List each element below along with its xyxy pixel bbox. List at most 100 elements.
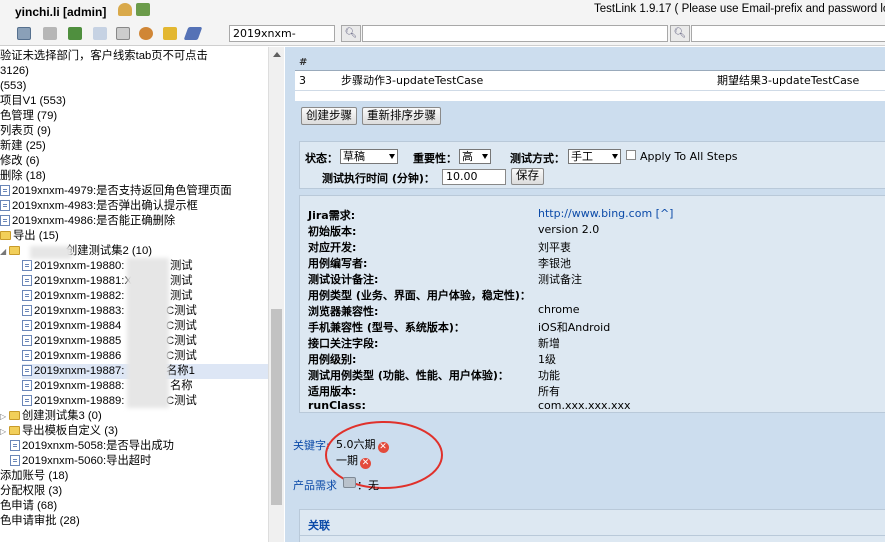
tree-testcase[interactable]: 2019xnxm-19882: — [22, 289, 124, 304]
cf-value: 功能 — [538, 369, 560, 382]
tree-scrollbar[interactable] — [268, 47, 284, 542]
tree-item[interactable]: 删除 (18) — [0, 169, 46, 184]
steps-table: # 3 步骤动作3-updateTestCase 期望结果3-updateTes… — [295, 57, 885, 101]
apply-all-checkbox[interactable] — [626, 150, 636, 160]
tree-item[interactable]: 3126) — [0, 64, 29, 79]
cf-label: 用例级别: — [308, 353, 357, 366]
test-spec-tree: 验证未选择部门，客户线索tab页不可点击 3126) (553) 项目V1 (5… — [0, 47, 268, 542]
test-spec-icon[interactable] — [68, 27, 82, 40]
cf-label: 测试用例类型 (功能、性能、用户体验)： — [308, 369, 509, 382]
tree-folder[interactable]: ▷ 创建测试集3 (0) — [0, 409, 102, 424]
expand-icon[interactable]: ▷ — [0, 424, 9, 439]
events-icon[interactable] — [163, 27, 177, 40]
testcase-icon — [0, 215, 10, 226]
cf-label: 浏览器兼容性: — [308, 305, 379, 318]
testcase-icon — [0, 185, 10, 196]
cf-label: 适用版本: — [308, 385, 357, 398]
tree-testcase-suffix: C测试 — [166, 305, 197, 317]
edit-icon[interactable] — [183, 27, 203, 40]
tree-testcase[interactable]: 2019xnxm-19884 — [22, 319, 121, 334]
tree-item[interactable]: 项目V1 (553) — [0, 94, 66, 109]
cf-value: 新增 — [538, 337, 560, 350]
tree-item[interactable]: (553) — [0, 79, 26, 94]
tree-testcase[interactable]: 2019xnxm-5060:导出超时 — [10, 454, 151, 469]
search-icon: 🔍︎ — [344, 28, 358, 39]
step-row[interactable]: 3 步骤动作3-updateTestCase 期望结果3-updateTestC… — [295, 71, 885, 91]
chevron-down-icon — [389, 154, 395, 159]
cf-value: 李银池 — [538, 257, 571, 270]
status-panel: 状态： 草稿 重要性： 高 测试方式： 手工 Apply To All Step… — [299, 141, 885, 189]
apply-all-label: Apply To All Steps — [640, 150, 738, 163]
tree-item[interactable]: 列表页 (9) — [0, 124, 51, 139]
collapse-icon[interactable]: ◢ — [0, 244, 9, 259]
logout-icon[interactable] — [136, 3, 150, 16]
tree-folder[interactable]: ▷ 导出模板自定义 (3) — [0, 424, 118, 439]
exec-time-input[interactable]: 10.00 — [442, 169, 506, 185]
user-management-icon[interactable] — [139, 27, 153, 40]
second-search-input[interactable] — [691, 25, 885, 42]
tree-testcase[interactable]: 2019xnxm-4979:是否支持返回角色管理页面 — [0, 184, 232, 199]
save-button[interactable]: 保存 — [511, 168, 544, 185]
tree-item[interactable]: 色申请 (68) — [0, 499, 57, 514]
tree-testcase[interactable]: 2019xnxm-19880: — [22, 259, 124, 274]
scrollbar-thumb[interactable] — [271, 309, 282, 505]
tree-item[interactable]: 分配权限 (3) — [0, 484, 62, 499]
importance-select[interactable]: 高 — [459, 149, 491, 164]
requirements-icon[interactable] — [43, 27, 57, 40]
cf-label: 用例类型 (业务、界面、用户体验，稳定性)： — [308, 289, 531, 302]
tree-folder[interactable]: 导出 (15) — [0, 229, 59, 244]
testcase-icon — [0, 200, 10, 211]
testcase-icon — [22, 365, 32, 376]
requirements-icon[interactable] — [343, 477, 356, 488]
tree-testcase[interactable]: 2019xnxm-19885 — [22, 334, 121, 349]
top-bar: yinchi.li [admin] TestLink 1.9.17 ( Plea… — [0, 0, 885, 46]
tree-item[interactable]: 修改 (6) — [0, 154, 40, 169]
tree-testcase[interactable]: 2019xnxm-19886 — [22, 349, 121, 364]
tree-testcase[interactable]: 2019xnxm-4983:是否弹出确认提示框 — [0, 199, 198, 214]
testcase-search-input[interactable] — [362, 25, 668, 42]
tree-item[interactable]: 色管理 (79) — [0, 109, 57, 124]
tree-testcase[interactable]: 2019xnxm-4986:是否能正确删除 — [0, 214, 175, 229]
cf-label: 测试设计备注: — [308, 273, 379, 286]
cf-label: 对应开发: — [308, 241, 357, 254]
tree-item[interactable]: 添加账号 (18) — [0, 469, 68, 484]
expand-icon[interactable]: ▷ — [0, 409, 9, 424]
search-button-2[interactable]: 🔍︎ — [670, 25, 690, 42]
exec-type-select[interactable]: 手工 — [568, 149, 621, 164]
search-button[interactable]: 🔍︎ — [341, 25, 361, 42]
cf-label: Jira需求: — [308, 209, 356, 222]
cf-value: com.xxx.xxx.xxx — [538, 399, 631, 412]
testcase-icon — [22, 335, 32, 346]
personal-settings-icon[interactable] — [118, 3, 132, 16]
tree-item[interactable]: 验证未选择部门，客户线索tab页不可点击 — [0, 49, 208, 64]
reports-icon[interactable] — [116, 27, 130, 40]
requirements-link[interactable]: 产品需求 — [293, 477, 337, 493]
folder-icon — [9, 411, 20, 420]
scroll-up-icon[interactable] — [273, 52, 281, 57]
tree-testcase-suffix: C测试 — [166, 395, 197, 407]
desktop-icon[interactable] — [17, 27, 31, 40]
tree-folder[interactable]: ◢ 创建测试集2 (10) — [0, 244, 152, 259]
tree-testcase[interactable]: 2019xnxm-19888: — [22, 379, 124, 394]
relations-panel: 关联 — [299, 509, 885, 542]
test-execution-icon[interactable] — [93, 27, 107, 40]
project-select[interactable]: 2019xnxm- — [229, 25, 335, 42]
cf-value: version 2.0 — [538, 223, 600, 236]
cf-label: 用例编写者: — [308, 257, 368, 270]
jira-link[interactable]: http://www.bing.com [^] — [538, 207, 673, 220]
search-icon: 🔍︎ — [673, 28, 687, 39]
relations-title[interactable]: 关联 — [308, 517, 330, 533]
tree-testcase[interactable]: 2019xnxm-19881:X — [22, 274, 132, 289]
tree-testcase[interactable]: 2019xnxm-5058:是否导出成功 — [10, 439, 174, 454]
tree-testcase[interactable]: 2019xnxm-19883: — [22, 304, 124, 319]
tree-item[interactable]: 新建 (25) — [0, 139, 46, 154]
tree-item[interactable]: 色申请审批 (28) — [0, 514, 80, 529]
status-select[interactable]: 草稿 — [340, 149, 398, 164]
cf-value: 刘平衷 — [538, 241, 571, 254]
create-step-button[interactable]: 创建步骤 — [301, 107, 357, 125]
tree-testcase[interactable]: 2019xnxm-19889: — [22, 394, 124, 409]
tree-testcase-suffix: 测试 — [170, 260, 193, 272]
cf-label: 接口关注字段: — [308, 337, 379, 350]
reorder-steps-button[interactable]: 重新排序步骤 — [362, 107, 441, 125]
app-title: TestLink 1.9.17 ( Please use Email-prefi… — [594, 3, 885, 15]
